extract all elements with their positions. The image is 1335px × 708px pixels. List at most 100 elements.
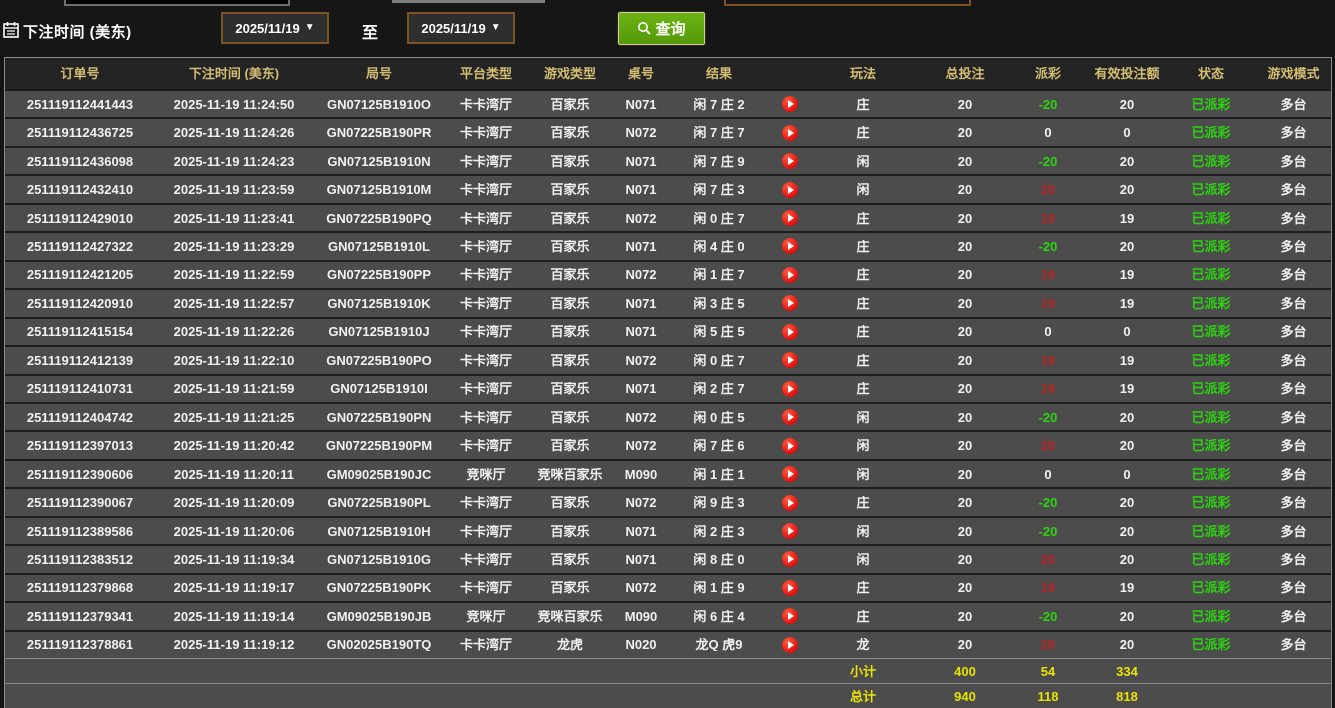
cell-platform-type: 卡卡湾厅 (459, 296, 512, 310)
table-row: 251119112404742 2025-11-19 11:21:25 GN0722… (5, 401, 1331, 431)
play-icon[interactable] (782, 409, 798, 426)
cell-total-bet: 20 (957, 382, 973, 396)
play-icon[interactable] (782, 352, 798, 369)
cell-table-no: N072 (625, 581, 657, 595)
cell-bet-option: 庄 (856, 496, 870, 510)
table-row: 251119112432410 2025-11-19 11:23:59 GN0712… (5, 174, 1331, 203)
cell-game-mode: 多台 (1280, 609, 1307, 623)
cell-result: 闲 8 庄 0 (693, 552, 745, 566)
play-icon[interactable] (782, 181, 798, 198)
cell-order-no: 251119112397013 (26, 439, 134, 453)
play-icon[interactable] (782, 551, 798, 568)
play-icon[interactable] (782, 579, 798, 596)
cell-game-type: 百家乐 (550, 239, 590, 253)
cell-round-no: GM09025B190JB (326, 609, 432, 623)
date-from-select[interactable]: 2025/11/19 ▼ (221, 12, 329, 44)
play-icon[interactable] (782, 124, 798, 141)
cell-total-bet: 20 (957, 609, 973, 623)
cell-bet-time: 2025-11-19 11:24:50 (173, 97, 295, 111)
cell-table-no: N072 (625, 126, 657, 140)
cell-bet-time: 2025-11-19 11:22:57 (173, 296, 295, 310)
cell-game-type: 百家乐 (550, 296, 590, 310)
play-icon[interactable] (782, 323, 798, 340)
play-icon[interactable] (782, 153, 798, 170)
cell-order-no: 251119112404742 (26, 410, 134, 424)
cell-replay (769, 124, 811, 141)
cell-payout: -20 (1038, 524, 1058, 538)
play-icon[interactable] (782, 295, 798, 312)
cell-total-bet: 20 (957, 524, 973, 538)
search-icon (638, 22, 652, 35)
cell-status: 已派彩 (1191, 439, 1231, 453)
play-icon[interactable] (782, 210, 798, 227)
date-range-to-label: 至 (362, 25, 379, 42)
cell-payout: 19 (1040, 581, 1056, 595)
play-icon[interactable] (782, 636, 798, 653)
cell-total-bet: 20 (957, 325, 973, 339)
cell-status: 已派彩 (1191, 154, 1231, 168)
header-game-type: 游戏类型 (543, 67, 596, 80)
cell-table-no: N072 (625, 410, 657, 424)
bet-time-filter-label: 下注时间 (美东) (23, 24, 132, 41)
cell-bet-option: 庄 (856, 353, 870, 367)
filter-bar: 下注时间 (美东) 2025/11/19 ▼ 至 2025/11/19 ▼ 查询 (0, 0, 1335, 57)
cell-bet-option: 庄 (856, 581, 870, 595)
bet-records-table: 订单号 下注时间 (美东) 局号 平台类型 游戏类型 桌号 结果 玩法 总投注 派彩 有效投注额 状态… (4, 57, 1332, 708)
subtotal-row-bet-option: 小计 (849, 664, 876, 678)
subtotal-row-valid-bet: 334 (1116, 664, 1138, 678)
cell-game-type: 百家乐 (550, 154, 590, 168)
cell-platform-type: 卡卡湾厅 (459, 524, 512, 538)
cell-total-bet: 20 (957, 353, 973, 367)
cell-replay (769, 352, 811, 369)
cell-game-mode: 多台 (1280, 382, 1307, 396)
play-icon[interactable] (782, 96, 798, 113)
cell-replay (769, 466, 811, 483)
date-from-value: 2025/11/19 (235, 20, 300, 36)
table-row: 251119112420910 2025-11-19 11:22:57 GN0712… (5, 288, 1331, 317)
cell-game-type: 百家乐 (550, 183, 590, 197)
cell-order-no: 251119112441443 (26, 97, 134, 111)
date-to-select[interactable]: 2025/11/19 ▼ (407, 12, 515, 44)
cell-round-no: GN07225B190PK (326, 581, 432, 595)
table-row: 251119112421205 2025-11-19 11:22:59 GN0722… (5, 259, 1331, 289)
cell-status: 已派彩 (1191, 97, 1231, 111)
play-icon[interactable] (782, 238, 798, 255)
cell-game-mode: 多台 (1280, 467, 1307, 481)
cell-round-no: GN07225B190PL (327, 496, 431, 510)
cell-game-mode: 多台 (1280, 211, 1307, 225)
cell-result: 闲 4 庄 0 (693, 239, 745, 253)
play-icon[interactable] (782, 380, 798, 397)
cell-payout: 20 (1040, 552, 1056, 566)
cell-order-no: 251119112415154 (26, 325, 134, 339)
cell-status: 已派彩 (1191, 211, 1231, 225)
cell-payout: 19 (1040, 296, 1056, 310)
cell-bet-option: 闲 (856, 524, 870, 538)
cell-replay (769, 409, 811, 426)
total-row: 总计 940 118 818 (5, 683, 1331, 708)
play-icon[interactable] (782, 523, 798, 540)
cell-bet-time: 2025-11-19 11:23:29 (173, 239, 295, 253)
play-icon[interactable] (782, 437, 798, 454)
cell-order-no: 251119112412139 (26, 353, 134, 367)
play-icon[interactable] (782, 466, 798, 483)
query-button[interactable]: 查询 (617, 11, 706, 46)
cell-result: 闲 3 庄 5 (693, 296, 745, 310)
play-icon[interactable] (782, 608, 798, 625)
cell-result: 闲 5 庄 5 (693, 325, 745, 339)
table-row: 251119112412139 2025-11-19 11:22:10 GN0722… (5, 345, 1331, 374)
cell-game-mode: 多台 (1280, 496, 1307, 510)
play-icon[interactable] (782, 266, 798, 283)
cell-status: 已派彩 (1191, 552, 1231, 566)
cell-valid-bet: 20 (1119, 154, 1135, 168)
cell-result: 闲 2 庄 3 (693, 524, 745, 538)
cell-bet-option: 龙 (856, 638, 870, 652)
cell-platform-type: 卡卡湾厅 (459, 638, 512, 652)
cell-valid-bet: 20 (1119, 496, 1135, 510)
play-icon[interactable] (782, 494, 798, 511)
cell-table-no: N071 (625, 97, 657, 111)
cell-total-bet: 20 (957, 638, 973, 652)
cell-game-mode: 多台 (1280, 296, 1307, 310)
cell-payout: 19 (1040, 382, 1056, 396)
cell-valid-bet: 20 (1119, 439, 1135, 453)
cell-game-type: 百家乐 (550, 268, 590, 282)
